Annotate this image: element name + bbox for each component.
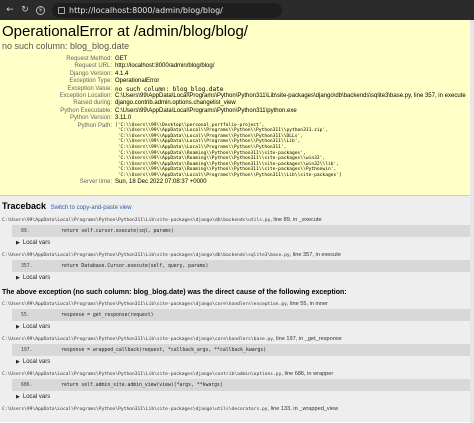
local-vars-label: Local vars xyxy=(22,240,51,246)
meta-row: Request Method: GET xyxy=(2,56,466,63)
local-vars-toggle[interactable]: ▶ Local vars xyxy=(16,237,472,249)
browser-toolbar: ← ↻ $ http://localhost:8000/admin/blog/b… xyxy=(0,0,474,20)
meta-label: Request Method: xyxy=(66,56,112,62)
local-vars-toggle[interactable]: ▶ Local vars xyxy=(16,321,472,333)
meta-value: http://localhost:8000/admin/blog/blog/ xyxy=(115,63,215,70)
meta-label: Python Path: xyxy=(77,122,112,129)
code-text: response = wrapped_callback(request, *ca… xyxy=(61,347,267,353)
page-title: OperationalError at /admin/blog/blog/ xyxy=(2,23,248,40)
page-info-icon[interactable] xyxy=(58,6,65,14)
meta-row: Request URL: http://localhost:8000/admin/… xyxy=(2,63,466,70)
meta-label: Raised during: xyxy=(73,100,112,107)
meta-row: Exception Type: OperationalError xyxy=(2,78,466,85)
frame-file: C:\Users\99\AppData\Local\Programs\Pytho… xyxy=(2,335,472,344)
meta-row: Django Version: 4.1.4 xyxy=(2,71,466,78)
url-text[interactable]: http://localhost:8000/admin/blog/blog/ xyxy=(69,6,223,15)
line-number: 686. xyxy=(21,382,33,388)
meta-row: Raised during: django.contrib.admin.optio… xyxy=(2,100,466,107)
address-bar[interactable]: http://localhost:8000/admin/blog/blog/ xyxy=(52,2,282,18)
code-text: return self.admin_site.admin_view(view)(… xyxy=(61,382,223,388)
frame-file-path: C:\Users\99\AppData\Local\Programs\Pytho… xyxy=(2,337,274,342)
frame-location: , line 89, in _execute xyxy=(270,217,322,223)
line-number: 55. xyxy=(21,312,30,318)
local-vars-toggle[interactable]: ▶ Local vars xyxy=(16,391,472,403)
frame-location: , line 686, in wrapper xyxy=(281,371,334,377)
line-number: 357. xyxy=(21,263,33,269)
local-vars-toggle[interactable]: ▶ Local vars xyxy=(16,272,472,284)
local-vars-label: Local vars xyxy=(22,324,51,330)
context-line[interactable]: 197. response = wrapped_callback(request… xyxy=(12,344,472,356)
exception-message: no such column: blog_blog.date xyxy=(2,41,130,51)
local-vars-label: Local vars xyxy=(22,394,51,400)
meta-value: Sun, 18 Dec 2022 07:08:37 +0000 xyxy=(115,178,207,185)
triangle-right-icon: ▶ xyxy=(16,394,20,400)
context-line[interactable]: 55. response = get_response(request) xyxy=(12,309,472,321)
local-vars-toggle[interactable]: ▶ Local vars xyxy=(16,356,472,368)
frame-file: C:\Users\99\AppData\Local\Programs\Pytho… xyxy=(2,370,472,379)
switch-view-link[interactable]: Switch to copy-and-paste view xyxy=(51,205,132,211)
context-line[interactable]: 357. return Database.Cursor.execute(self… xyxy=(12,260,472,272)
frame-file-path: C:\Users\99\AppData\Local\Programs\Pytho… xyxy=(2,218,271,223)
frame-location: , line 357, in execute xyxy=(289,252,341,258)
meta-value: C:\Users\99\AppData\Local\Programs\Pytho… xyxy=(115,93,466,100)
meta-value: C:\Users\99\AppData\Local\Programs\Pytho… xyxy=(115,107,297,114)
meta-value: no such column: blog_blog.date xyxy=(115,85,224,93)
traceback-title: Traceback xyxy=(2,201,47,211)
frame-location: , line 55, in inner xyxy=(286,301,328,307)
code-text: return Database.Cursor.execute(self, que… xyxy=(61,263,209,269)
arrow-left-icon[interactable]: ← xyxy=(4,4,16,16)
meta-row: Exception Location: C:\Users\99\AppData\L… xyxy=(2,93,466,100)
code-text: return self.cursor.execute(sql, params) xyxy=(61,228,174,234)
meta-label: Python Executable: xyxy=(60,107,112,114)
code-text: response = get_response(request) xyxy=(61,312,154,318)
meta-label: Python Version: xyxy=(69,115,112,122)
meta-label: Exception Value: xyxy=(67,85,112,92)
triangle-right-icon: ▶ xyxy=(16,324,20,330)
request-meta-table: Request Method: GET Request URL: http://loc… xyxy=(2,56,466,186)
local-vars-label: Local vars xyxy=(22,275,51,281)
frame-file: C:\Users\99\AppData\Local\Programs\Pytho… xyxy=(2,300,472,309)
traceback-heading: Traceback Switch to copy-and-paste view xyxy=(2,200,472,214)
meta-row: Exception Value: no such column: blog_blo… xyxy=(2,86,466,93)
frame-location: , line 197, in _get_response xyxy=(273,336,342,342)
meta-label: Server time: xyxy=(79,178,112,185)
frame-file-path: C:\Users\99\AppData\Local\Programs\Pytho… xyxy=(2,302,287,307)
meta-row: Server time: Sun, 18 Dec 2022 07:08:37 +0… xyxy=(2,179,466,186)
frame-file-path: C:\Users\99\AppData\Local\Programs\Pytho… xyxy=(2,372,282,377)
triangle-right-icon: ▶ xyxy=(16,240,20,246)
site-info-icon[interactable]: $ xyxy=(36,5,45,15)
meta-row: Python Version: 3.11.0 xyxy=(2,115,466,122)
context-line[interactable]: 89. return self.cursor.execute(sql, para… xyxy=(12,225,472,237)
python-path-list: ['C:\\Users\\99\\Desktop\\personal_portf… xyxy=(115,123,466,179)
frame-file: C:\Users\99\AppData\Local\Programs\Pytho… xyxy=(2,216,472,225)
local-vars-label: Local vars xyxy=(22,359,51,365)
frame-file-path: C:\Users\99\AppData\Local\Programs\Pytho… xyxy=(2,253,290,258)
meta-value: GET xyxy=(115,56,128,62)
meta-label: Exception Type: xyxy=(69,78,112,85)
meta-value: 3.11.0 xyxy=(115,115,132,122)
frame-file: C:\Users\99\AppData\Local\Programs\Pytho… xyxy=(2,406,339,412)
triangle-right-icon: ▶ xyxy=(16,359,20,365)
traceback-section: Traceback Switch to copy-and-paste view … xyxy=(0,196,474,422)
line-number: 89. xyxy=(21,228,30,234)
meta-value: 4.1.4 xyxy=(115,70,129,77)
cause-message: The above exception (no such column: blo… xyxy=(2,289,347,296)
error-summary: OperationalError at /admin/blog/blog/ no… xyxy=(0,20,474,196)
meta-value: django.contrib.admin.options.changelist_… xyxy=(115,100,236,107)
frame-file: C:\Users\99\AppData\Local\Programs\Pytho… xyxy=(2,251,472,260)
meta-row: Python Path: ['C:\\Users\\99\\Desktop\\pe… xyxy=(2,123,466,179)
meta-label: Request URL: xyxy=(74,63,112,70)
meta-label: Django Version: xyxy=(69,70,112,77)
refresh-icon[interactable]: ↻ xyxy=(19,4,31,16)
meta-value: OperationalError xyxy=(115,78,160,85)
scrollbar[interactable] xyxy=(470,20,474,423)
context-line[interactable]: 686. return self.admin_site.admin_view(v… xyxy=(12,379,472,391)
line-number: 197. xyxy=(21,347,33,353)
triangle-right-icon: ▶ xyxy=(16,275,20,281)
meta-label: Exception Location: xyxy=(59,93,112,100)
meta-row: Python Executable: C:\Users\99\AppData\Lo… xyxy=(2,108,466,115)
